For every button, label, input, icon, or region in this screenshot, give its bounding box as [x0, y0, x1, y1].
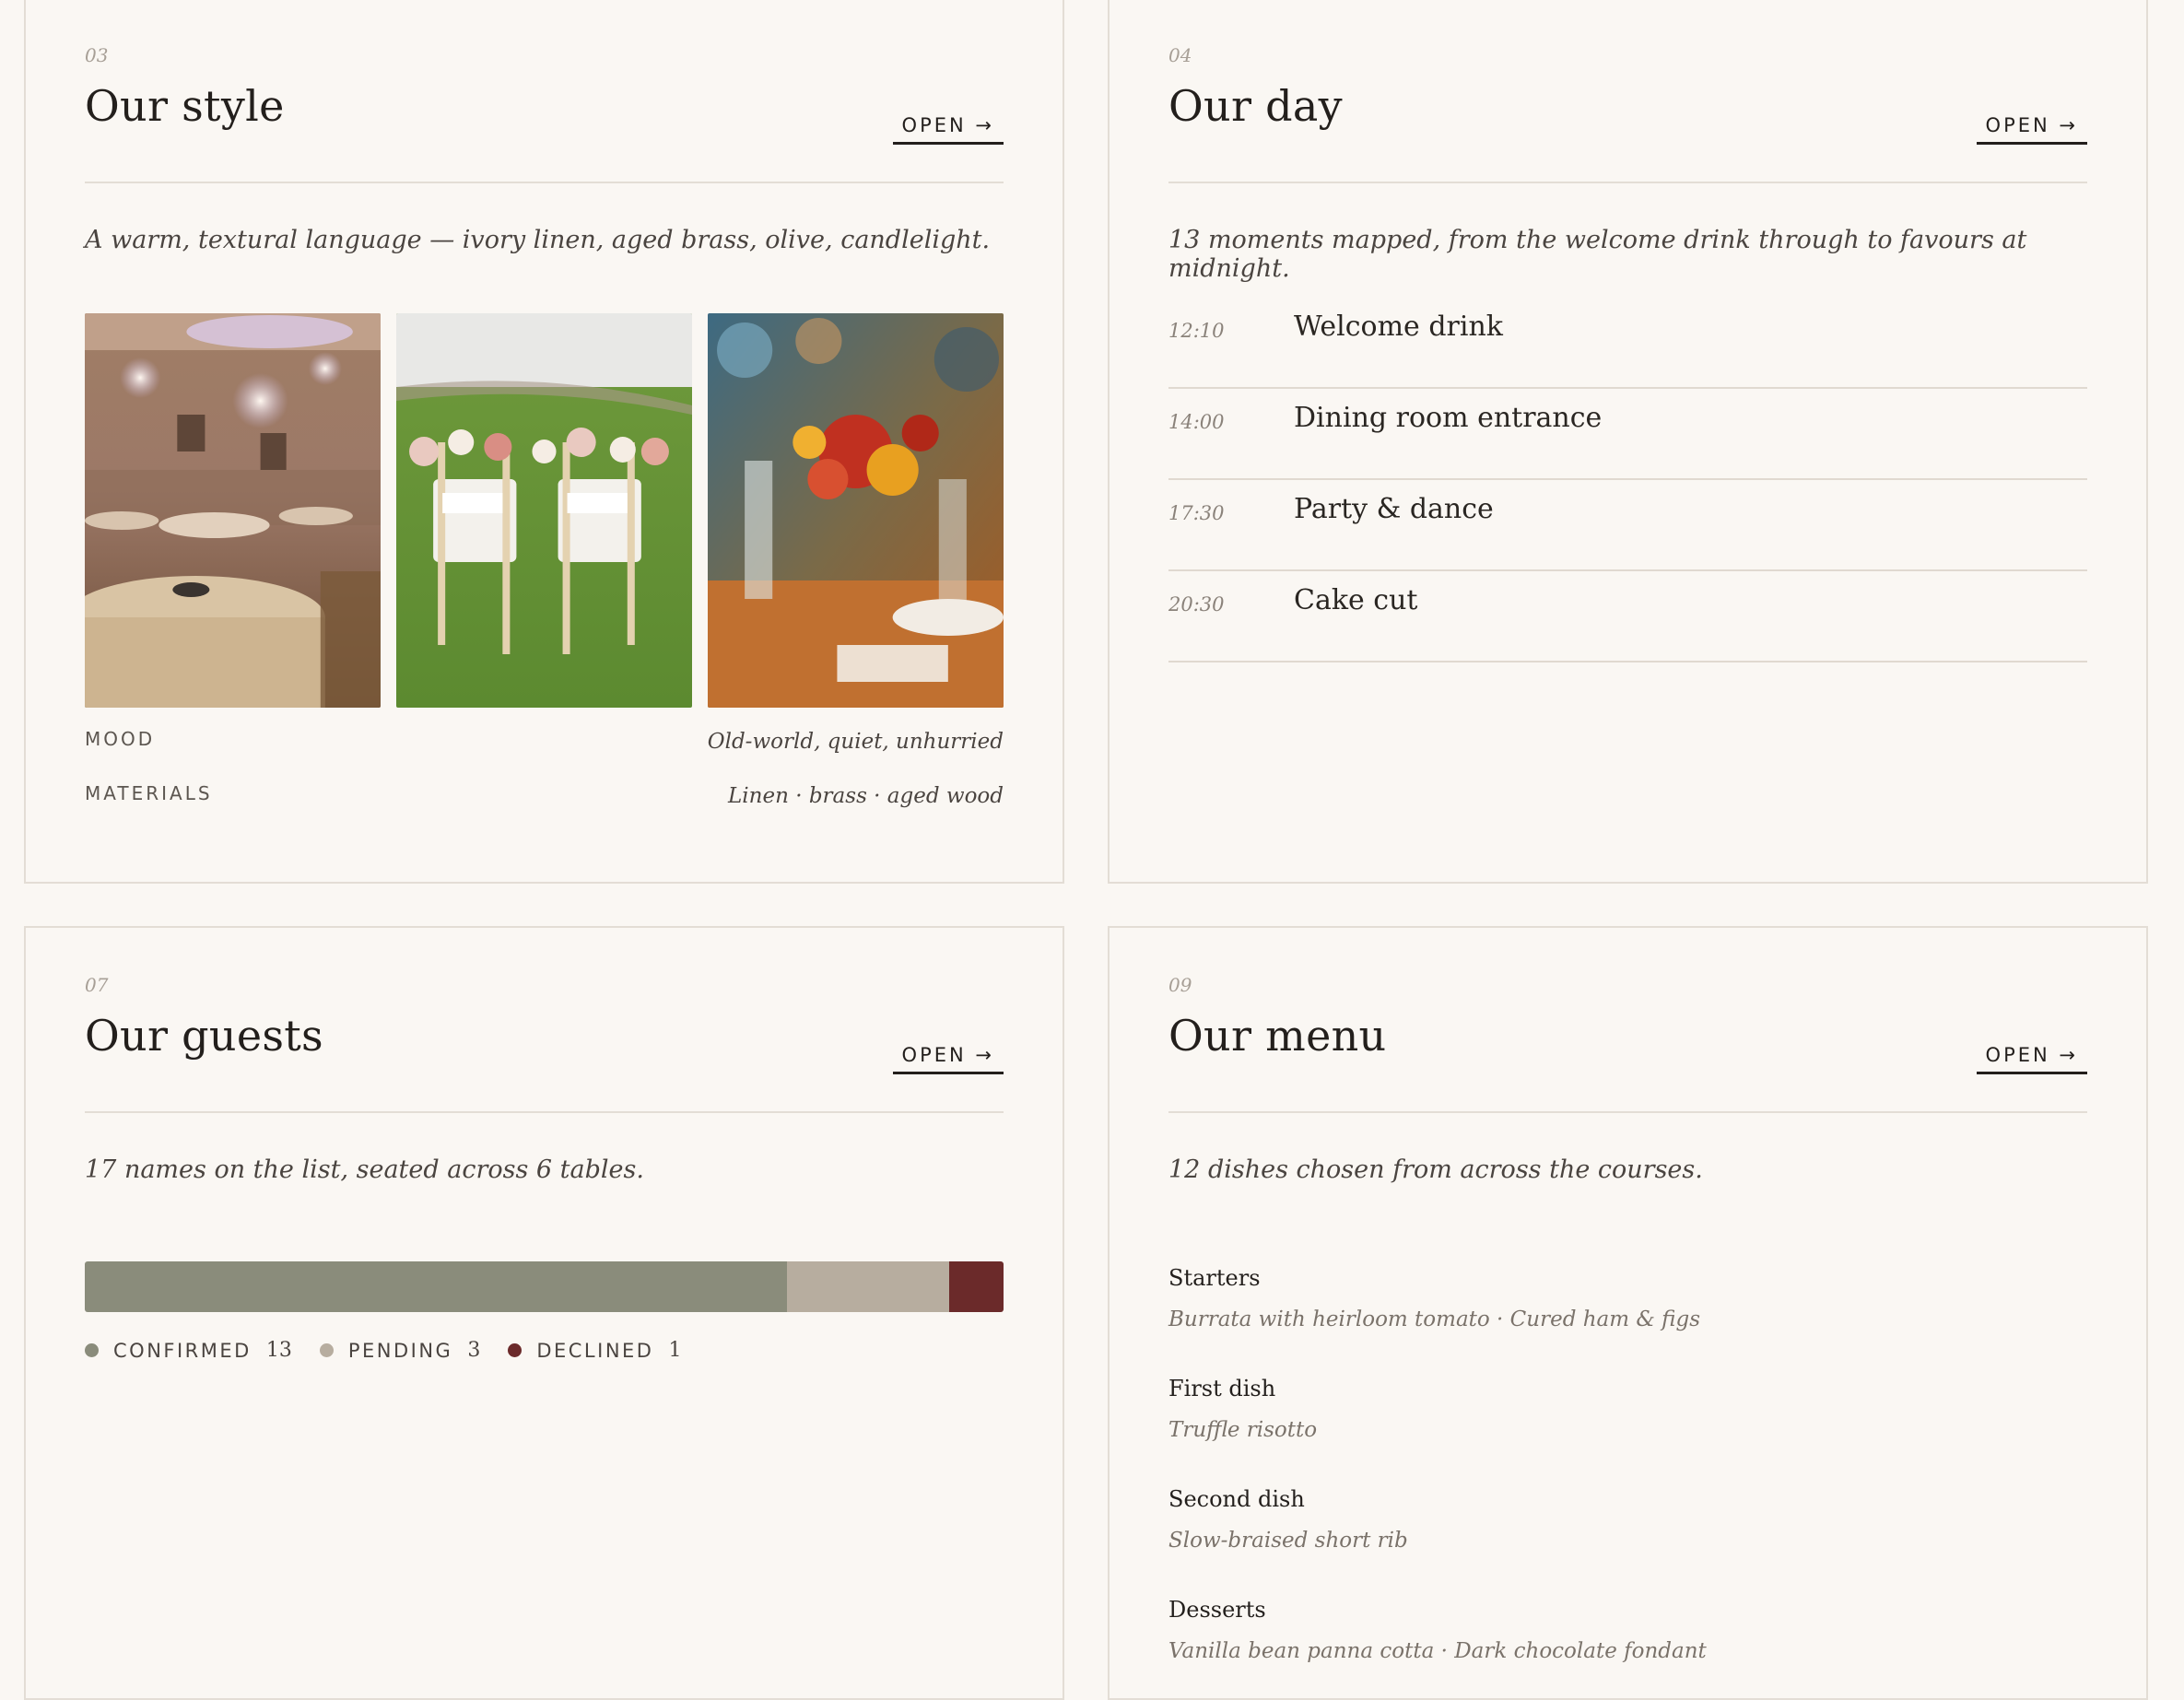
section-lead: 13 moments mapped, from the welcome drin… — [1168, 226, 2027, 283]
moment-time: 12:10 — [1168, 320, 1225, 342]
rsvp-segment-declined — [949, 1261, 1004, 1312]
open-style-link[interactable]: OPEN → — [892, 112, 1004, 145]
course-starters: Starters Burrata with heirloom tomato · … — [1168, 1265, 1700, 1331]
meta-label-materials: MATERIALS — [85, 782, 213, 804]
legend-count: 3 — [467, 1339, 481, 1362]
section-title: Our style — [85, 81, 285, 131]
course-name: Desserts — [1168, 1597, 1266, 1623]
moment-name: Dining room entrance — [1294, 402, 1603, 434]
open-day-link[interactable]: OPEN → — [1976, 112, 2087, 145]
status-dot — [508, 1343, 523, 1357]
section-number: 03 — [85, 44, 109, 66]
rsvp-bar — [85, 1261, 1004, 1312]
guests-card: 07 Our guests OPEN → 17 names on the lis… — [24, 926, 1064, 1700]
legend-item-pending: PENDING 3 — [319, 1339, 481, 1362]
section-number: 04 — [1168, 44, 1192, 66]
day-card: 04 Our day OPEN → 13 moments mapped, fro… — [1108, 0, 2148, 884]
course-dishes: Slow-braised short rib — [1168, 1529, 1408, 1553]
open-menu-link[interactable]: OPEN → — [1976, 1042, 2087, 1074]
legend-label: PENDING — [347, 1339, 453, 1362]
ballroom-photo — [85, 313, 381, 708]
course-dishes: Vanilla bean panna cotta · Dark chocolat… — [1168, 1639, 1707, 1663]
legend-item-confirmed: CONFIRMED 13 — [85, 1339, 292, 1362]
course-name: First dish — [1168, 1376, 1276, 1401]
divider — [1168, 1111, 2087, 1113]
moment-time: 20:30 — [1168, 593, 1225, 616]
section-title: Our guests — [85, 1011, 323, 1061]
table-florals-photo — [708, 313, 1004, 708]
legend-count: 1 — [668, 1339, 682, 1362]
course-dishes: Truffle risotto — [1168, 1418, 1318, 1442]
legend-count: 13 — [265, 1339, 292, 1362]
moment-time: 14:00 — [1168, 411, 1225, 433]
course-second-dish: Second dish Slow-braised short rib — [1168, 1486, 1408, 1553]
course-name: Second dish — [1168, 1486, 1305, 1512]
open-guests-link[interactable]: OPEN → — [892, 1042, 1004, 1074]
section-lead: 17 names on the list, seated across 6 ta… — [85, 1155, 644, 1184]
style-card: 03 Our style OPEN → A warm, textural lan… — [24, 0, 1064, 884]
divider — [85, 1111, 1004, 1113]
divider — [85, 182, 1004, 183]
status-dot — [319, 1343, 334, 1357]
section-lead: 12 dishes chosen from across the courses… — [1168, 1155, 1703, 1184]
course-first-dish: First dish Truffle risotto — [1168, 1376, 1317, 1442]
section-number: 09 — [1168, 974, 1192, 996]
meta-label-mood: MOOD — [85, 728, 156, 750]
moment-name: Cake cut — [1294, 584, 1418, 616]
divider — [1168, 182, 2087, 183]
legend-label: CONFIRMED — [113, 1339, 252, 1362]
rsvp-segment-confirmed — [85, 1261, 788, 1312]
section-number: 07 — [85, 974, 109, 996]
moment-time: 17:30 — [1168, 502, 1225, 524]
course-dishes: Burrata with heirloom tomato · Cured ham… — [1168, 1307, 1701, 1331]
status-dot — [85, 1343, 99, 1357]
section-title: Our menu — [1168, 1011, 1387, 1061]
section-lead: A warm, textural language — ivory linen,… — [85, 226, 991, 254]
legend-label: DECLINED — [536, 1339, 654, 1362]
timeline-row[interactable]: 14:00 Dining room entrance — [1168, 389, 2087, 480]
timeline-row[interactable]: 17:30 Party & dance — [1168, 480, 2087, 571]
timeline-row[interactable]: 12:10 Welcome drink — [1168, 298, 2087, 389]
course-desserts: Desserts Vanilla bean panna cotta · Dark… — [1168, 1597, 1707, 1663]
section-title: Our day — [1168, 81, 1343, 131]
legend-item-declined: DECLINED 1 — [508, 1339, 681, 1362]
moment-name: Party & dance — [1294, 493, 1494, 525]
moment-name: Welcome drink — [1294, 311, 1503, 343]
rsvp-segment-pending — [787, 1261, 950, 1312]
timeline-row[interactable]: 20:30 Cake cut — [1168, 571, 2087, 662]
meta-value-mood: Old-world, quiet, unhurried — [707, 730, 1004, 754]
course-name: Starters — [1168, 1265, 1261, 1291]
mood-photos — [85, 313, 1004, 708]
chairs-on-lawn-photo — [396, 313, 692, 708]
meta-value-materials: Linen · brass · aged wood — [728, 784, 1004, 808]
menu-card: 09 Our menu OPEN → 12 dishes chosen from… — [1108, 926, 2148, 1700]
timeline: 12:10 Welcome drink 14:00 Dining room en… — [1168, 298, 2087, 662]
rsvp-legend: CONFIRMED 13 PENDING 3 DECLINED 1 — [85, 1339, 709, 1362]
